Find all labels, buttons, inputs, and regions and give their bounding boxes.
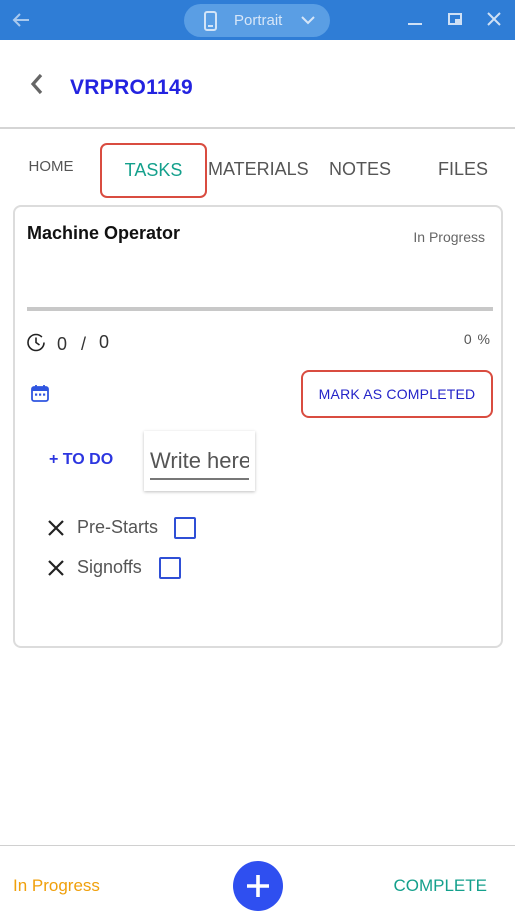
clock-icon [27,333,45,352]
arrow-left-icon[interactable] [10,9,32,31]
task-progress-bar [27,307,493,311]
calendar-icon[interactable] [30,383,50,403]
todo-input[interactable] [150,444,249,480]
tab-tasks[interactable]: TASKS [100,143,207,198]
emulator-title-bar: Portrait [0,0,515,40]
time-total-value: 0 [99,332,110,352]
phone-icon [204,11,217,31]
bottom-action-bar: In Progress COMPLETE [0,845,515,915]
time-separator: / [81,334,87,354]
todo-input-container [144,431,255,491]
tab-bar: HOME TASKS MATERIALS NOTES FILES [0,140,515,198]
checklist-item-checkbox[interactable] [159,557,181,579]
tab-notes[interactable]: NOTES [325,140,395,198]
plus-icon [247,875,269,897]
orientation-label: Portrait [234,12,283,29]
mark-as-completed-button[interactable]: MARK AS COMPLETED [301,370,493,418]
orientation-dropdown[interactable]: Portrait [184,4,330,37]
app-header: VRPRO1149 [0,40,515,129]
progress-percent: 0 % [463,331,491,347]
chevron-down-icon [301,16,315,25]
add-todo-button[interactable]: + TO DO [49,451,113,469]
time-logged-value: 0 [57,334,68,354]
add-button[interactable] [233,861,283,911]
page-title: VRPRO1149 [70,76,193,99]
minimize-icon[interactable] [406,10,424,28]
task-status-label: In Progress [413,229,485,245]
restore-icon[interactable] [446,10,464,28]
x-icon[interactable] [47,519,65,537]
tab-home[interactable]: HOME [20,140,82,198]
complete-button[interactable]: COMPLETE [393,876,487,896]
task-role-title: Machine Operator [27,223,181,243]
checklist-item-checkbox[interactable] [174,517,196,539]
task-card: Machine Operator In Progress 0 / 0 0 % M… [13,205,503,648]
chevron-left-icon[interactable] [26,72,50,96]
checklist-item-label: Signoffs [77,557,142,577]
tab-materials[interactable]: MATERIALS [208,140,309,198]
tab-files[interactable]: FILES [430,140,496,198]
checklist-item-label: Pre-Starts [77,517,159,537]
footer-status-label[interactable]: In Progress [13,876,100,896]
x-icon[interactable] [47,559,65,577]
close-icon[interactable] [485,10,503,28]
